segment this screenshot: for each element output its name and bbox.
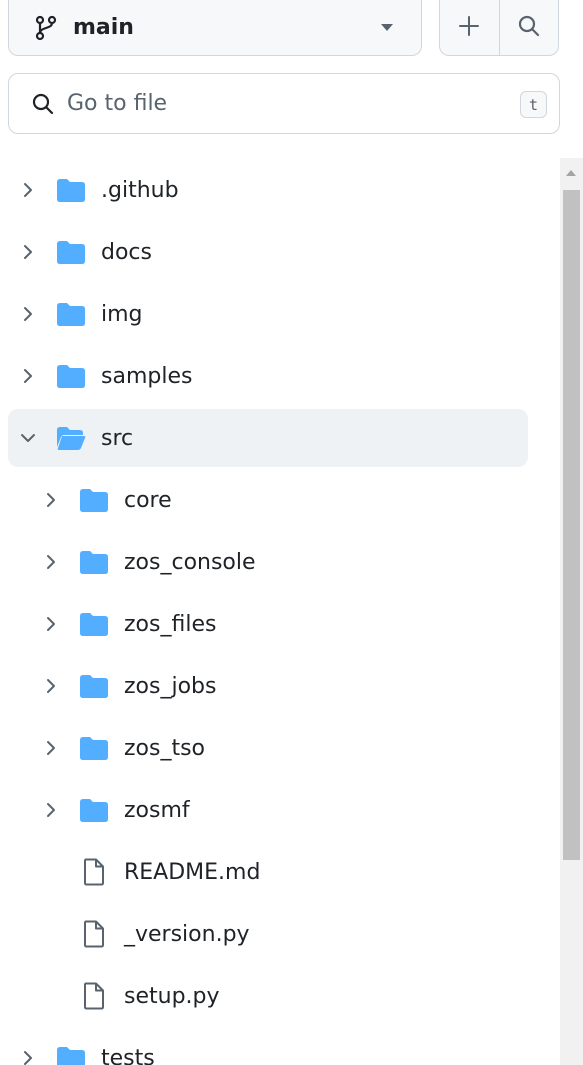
tree-item-label: _version.py (124, 921, 250, 947)
folder-icon (79, 611, 109, 637)
tree-item-label: core (124, 487, 172, 513)
tree-item-label: setup.py (124, 983, 220, 1009)
folder-icon (56, 239, 86, 265)
git-branch-icon (33, 15, 59, 41)
tree-item-label: docs (101, 239, 152, 265)
tree-actions (439, 0, 559, 56)
tree-item-label: zos_jobs (124, 673, 217, 699)
tree-item-label: zosmf (124, 797, 190, 823)
search-icon (517, 14, 541, 42)
chevron-down-icon (381, 24, 393, 31)
go-to-file-search[interactable]: t (8, 73, 560, 134)
folder-open-icon (56, 425, 86, 451)
scrollbar-thumb[interactable] (563, 190, 580, 860)
tree-folder-item[interactable]: zos_jobs (8, 657, 528, 715)
chevron-right-icon[interactable] (41, 800, 61, 820)
chevron-down-icon[interactable] (18, 428, 38, 448)
tree-item-label: img (101, 301, 143, 327)
tree-item-label: zos_files (124, 611, 217, 637)
tree-file-item[interactable]: _version.py (8, 905, 528, 963)
tree-scrollbar[interactable] (560, 158, 583, 1065)
folder-icon (56, 177, 86, 203)
go-to-file-input[interactable] (65, 90, 489, 117)
folder-icon (79, 797, 109, 823)
folder-icon (79, 487, 109, 513)
tree-folder-item[interactable]: samples (8, 347, 528, 405)
tree-folder-item[interactable]: src (8, 409, 528, 467)
file-tree-panel: main Go to file t .github docs img sampl… (0, 0, 583, 1065)
file-icon (79, 982, 109, 1010)
file-icon (79, 920, 109, 948)
keyboard-shortcut-hint: t (520, 91, 547, 118)
plus-icon (458, 15, 480, 41)
chevron-right-icon[interactable] (18, 304, 38, 324)
tree-folder-item[interactable]: .github (8, 161, 528, 219)
folder-icon (79, 735, 109, 761)
file-tree: .github docs img samples src core zos_consolez… (0, 158, 560, 1065)
folder-icon (56, 1045, 86, 1065)
chevron-right-icon[interactable] (41, 552, 61, 572)
chevron-right-icon[interactable] (41, 676, 61, 696)
tree-item-label: src (101, 425, 134, 451)
chevron-right-icon[interactable] (41, 738, 61, 758)
tree-folder-item[interactable]: tests (8, 1029, 528, 1065)
chevron-right-icon[interactable] (18, 242, 38, 262)
branch-name: main (73, 15, 134, 40)
tree-folder-item[interactable]: core (8, 471, 528, 529)
tree-folder-item[interactable]: docs (8, 223, 528, 281)
folder-icon (79, 673, 109, 699)
branch-selector-button[interactable]: main (8, 0, 422, 56)
tree-folder-item[interactable]: zos_tso (8, 719, 528, 777)
tree-file-item[interactable]: setup.py (8, 967, 528, 1025)
tree-toolbar: main (8, 0, 575, 58)
scroll-up-arrow-icon[interactable] (566, 170, 576, 176)
chevron-right-icon[interactable] (18, 366, 38, 386)
chevron-right-icon[interactable] (18, 180, 38, 200)
tree-folder-item[interactable]: zos_files (8, 595, 528, 653)
tree-folder-item[interactable]: zos_console (8, 533, 528, 591)
search-icon (31, 92, 55, 116)
tree-file-item[interactable]: README.md (8, 843, 528, 901)
tree-item-label: README.md (124, 859, 261, 885)
add-file-button[interactable] (440, 0, 499, 55)
search-code-button[interactable] (500, 0, 559, 55)
folder-icon (56, 301, 86, 327)
tree-item-label: .github (101, 177, 179, 203)
folder-icon (79, 549, 109, 575)
file-icon (79, 858, 109, 886)
folder-icon (56, 363, 86, 389)
tree-item-label: tests (101, 1045, 155, 1065)
tree-item-label: samples (101, 363, 193, 389)
chevron-right-icon[interactable] (18, 1048, 38, 1065)
tree-folder-item[interactable]: img (8, 285, 528, 343)
tree-folder-item[interactable]: zosmf (8, 781, 528, 839)
chevron-right-icon[interactable] (41, 490, 61, 510)
tree-item-label: zos_console (124, 549, 256, 575)
chevron-right-icon[interactable] (41, 614, 61, 634)
tree-item-label: zos_tso (124, 735, 206, 761)
